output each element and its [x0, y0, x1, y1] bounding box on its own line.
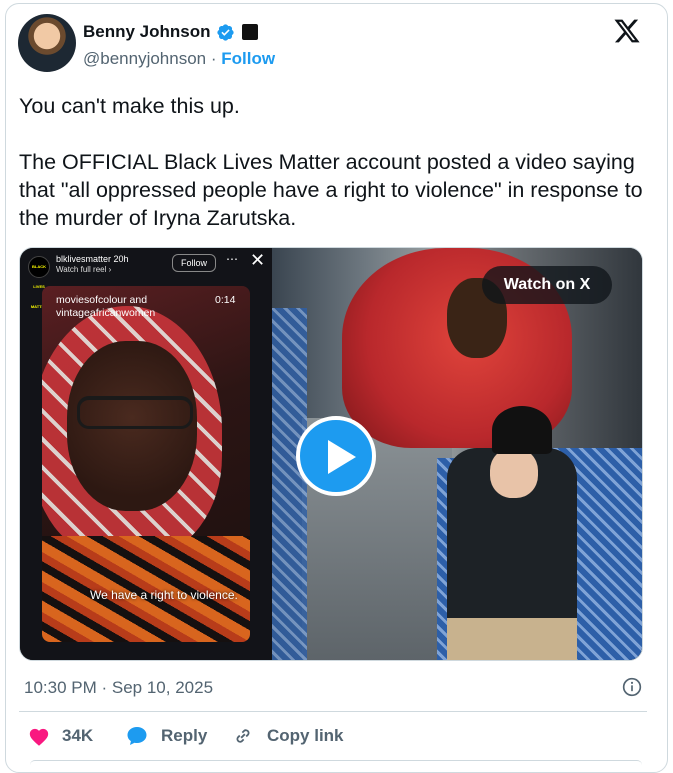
info-icon[interactable] — [622, 677, 642, 697]
reel-glasses — [77, 396, 193, 429]
reel-duration: 0:14 — [215, 294, 236, 306]
seated-person-face — [490, 448, 538, 498]
reel-close-icon: ✕ — [250, 250, 266, 270]
tweet-timestamp[interactable]: 10:30 PM · Sep 10, 2025 — [24, 678, 213, 698]
reel-tag-line1: moviesofcolour and — [56, 294, 148, 306]
author-handle[interactable]: @bennyjohnson — [83, 49, 206, 68]
train-seat-left — [272, 308, 307, 660]
reel-more-icon: ⋯ — [226, 252, 238, 266]
reel-username-row: blklivesmatter 20h — [56, 254, 129, 264]
verified-badge-icon — [217, 24, 234, 41]
affiliate-badge-icon — [242, 24, 258, 40]
seated-person-cap — [492, 406, 552, 454]
reel-watch-full: Watch full reel › — [56, 265, 112, 274]
author-avatar[interactable] — [18, 14, 76, 72]
like-count[interactable]: 34K — [62, 726, 93, 746]
reply-button[interactable]: Reply — [161, 726, 207, 746]
reel-follow-button: Follow — [172, 254, 216, 272]
tweet-text: You can't make this up. The OFFICIAL Bla… — [19, 92, 649, 232]
author-name[interactable]: Benny Johnson — [83, 22, 211, 42]
watch-on-x-button[interactable]: Watch on X — [482, 266, 612, 304]
link-icon[interactable] — [232, 725, 254, 747]
reel-username: blklivesmatter — [56, 254, 112, 264]
play-icon — [328, 440, 356, 474]
follow-link[interactable]: Follow — [221, 49, 275, 68]
reel-time-ago: 20h — [113, 254, 129, 264]
next-card-edge — [30, 760, 642, 765]
reel-frame: We have a right to violence. — [42, 286, 250, 642]
heart-icon[interactable] — [28, 726, 50, 748]
copy-link-button[interactable]: Copy link — [267, 726, 344, 746]
reel-tag: moviesofcolour and vintageafricanwomen — [56, 294, 155, 320]
reel-account-logo: BLACK LIVES MATTER — [28, 256, 50, 309]
x-logo-icon[interactable] — [612, 17, 642, 45]
tweet-text-line2: The OFFICIAL Black Lives Matter account … — [19, 150, 643, 230]
reply-icon[interactable] — [125, 724, 149, 748]
author-handle-row: @bennyjohnson · Follow — [83, 49, 275, 69]
reel-panel: BLACK LIVES MATTER blklivesmatter 20h Wa… — [20, 248, 272, 660]
reel-tag-line2: vintageafricanwomen — [56, 307, 156, 319]
tweet-text-line1: You can't make this up. — [19, 94, 240, 118]
seated-person-pants — [447, 618, 577, 660]
reel-caption: We have a right to violence. — [90, 588, 238, 602]
handle-separator: · — [210, 49, 217, 68]
play-button[interactable] — [296, 416, 376, 496]
actions-divider — [19, 711, 647, 712]
